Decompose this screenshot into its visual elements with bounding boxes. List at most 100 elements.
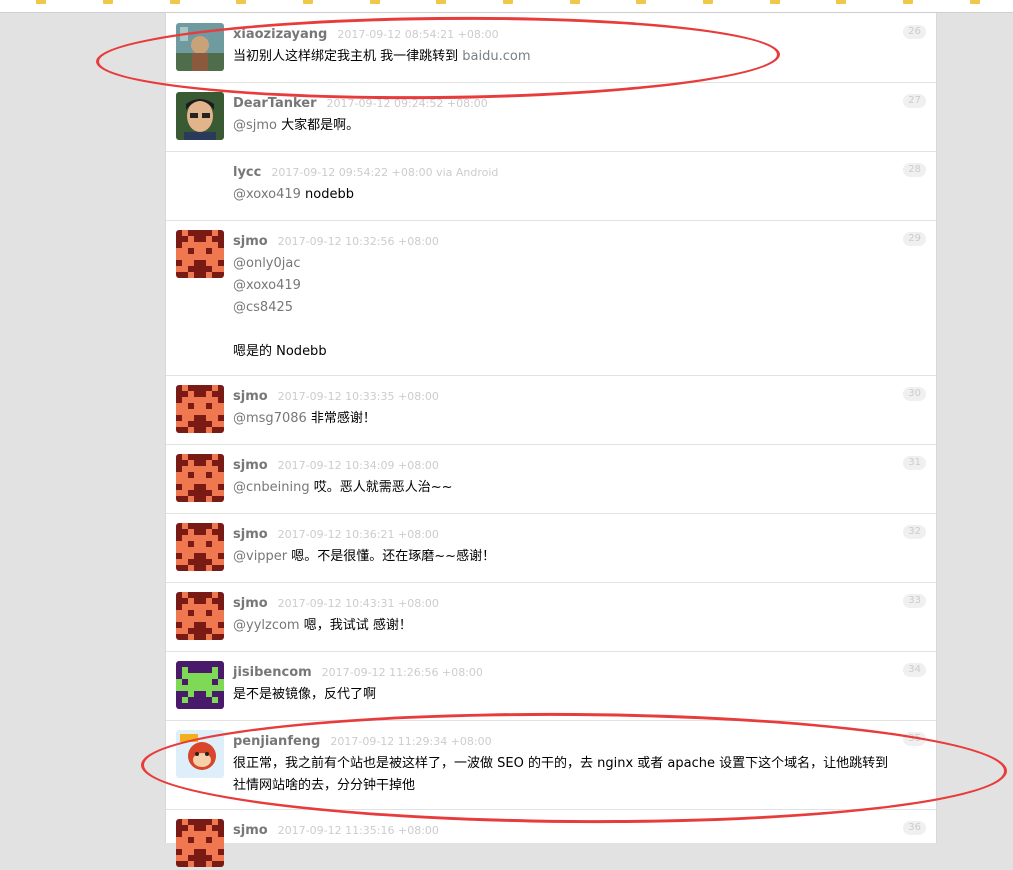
reply-meta: DearTanker 2017-09-12 09:24:52 +08:00 <box>233 95 488 112</box>
avatar[interactable] <box>176 92 224 140</box>
mention-link[interactable]: @sjmo <box>233 118 277 133</box>
reply-item: sjmo 2017-09-12 10:36:21 +08:00 32 @vipper … <box>166 513 936 583</box>
bookmark-folder-icon[interactable] <box>770 0 780 4</box>
avatar[interactable] <box>176 454 224 502</box>
reply-content: @msg7086 非常感谢！ <box>233 408 928 430</box>
username-link[interactable]: penjianfeng <box>233 734 320 749</box>
reply-content: @only0jac @xoxo419 @cs8425 嗯是的 Nodebb <box>233 253 928 363</box>
reply-line: @cs8425 <box>233 297 928 319</box>
bookmark-folder-icon[interactable] <box>703 0 713 4</box>
reply-line: @vipper 嗯。不是很懂。还在琢磨~~感谢！ <box>233 546 928 568</box>
username-link[interactable]: sjmo <box>233 234 268 249</box>
reply-content: 当初别人这样绑定我主机 我一律跳转到 baidu.com <box>233 46 928 68</box>
reply-meta: sjmo 2017-09-12 10:32:56 +08:00 <box>233 233 439 250</box>
bookmark-folder-icon[interactable] <box>903 0 913 4</box>
username-link[interactable]: lycc <box>233 165 261 180</box>
reply-line: 社情网站啥的去，分分钟干掉他 <box>233 775 928 797</box>
reply-text: 是不是被镜像，反代了啊 <box>233 687 377 702</box>
reply-item: DearTanker 2017-09-12 09:24:52 +08:00 27 @s… <box>166 82 936 152</box>
reply-content: @xoxo419 nodebb <box>233 184 928 206</box>
reply-line: 当初别人这样绑定我主机 我一律跳转到 baidu.com <box>233 46 928 68</box>
reply-meta: sjmo 2017-09-12 11:35:16 +08:00 <box>233 822 439 839</box>
bookmark-folder-icon[interactable] <box>836 0 846 4</box>
mention-link[interactable]: @yylzcom <box>233 618 300 633</box>
avatar[interactable] <box>176 661 224 709</box>
avatar[interactable] <box>176 23 224 71</box>
bookmark-folder-icon[interactable] <box>970 0 980 4</box>
username-link[interactable]: xiaozizayang <box>233 27 327 42</box>
username-link[interactable]: sjmo <box>233 389 268 404</box>
reply-content: @vipper 嗯。不是很懂。还在琢磨~~感谢！ <box>233 546 928 568</box>
bookmarks-bar <box>0 0 1013 13</box>
mention-link[interactable]: @only0jac <box>233 256 301 271</box>
bookmark-folder-icon[interactable] <box>236 0 246 4</box>
reply-timestamp: 2017-09-12 11:29:34 +08:00 <box>330 735 492 748</box>
reply-line: @xoxo419 nodebb <box>233 184 928 206</box>
reply-meta: lycc 2017-09-12 09:54:22 +08:00 via Andro… <box>233 164 498 181</box>
username-link[interactable]: jisibencom <box>233 665 312 680</box>
bookmark-folder-icon[interactable] <box>36 0 46 4</box>
bookmark-folder-icon[interactable] <box>170 0 180 4</box>
reply-content: @yylzcom 嗯，我试试 感谢！ <box>233 615 928 637</box>
reply-number-badge: 32 <box>903 525 926 539</box>
reply-text: 嗯是的 Nodebb <box>233 344 327 359</box>
reply-line: @cnbeining 哎。恶人就需恶人治~~ <box>233 477 928 499</box>
mention-link[interactable]: @cnbeining <box>233 480 310 495</box>
avatar[interactable] <box>176 730 224 778</box>
avatar[interactable] <box>176 592 224 640</box>
username-link[interactable]: sjmo <box>233 527 268 542</box>
reply-list: xiaozizayang 2017-09-12 08:54:21 +08:00 26… <box>165 13 937 870</box>
reply-line: 是不是被镜像，反代了啊 <box>233 684 928 706</box>
reply-number-badge: 31 <box>903 456 926 470</box>
username-link[interactable]: sjmo <box>233 823 268 838</box>
reply-timestamp: 2017-09-12 09:24:52 +08:00 <box>326 97 488 110</box>
bookmark-folder-icon[interactable] <box>503 0 513 4</box>
reply-meta: jisibencom 2017-09-12 11:26:56 +08:00 <box>233 664 483 681</box>
bookmark-folder-icon[interactable] <box>636 0 646 4</box>
bookmark-folder-icon[interactable] <box>103 0 113 4</box>
reply-number-badge: 28 <box>903 163 926 177</box>
avatar[interactable] <box>176 819 224 867</box>
reply-line <box>233 319 928 341</box>
reply-timestamp: 2017-09-12 10:32:56 +08:00 <box>277 235 439 248</box>
reply-meta: sjmo 2017-09-12 10:43:31 +08:00 <box>233 595 439 612</box>
username-link[interactable]: DearTanker <box>233 96 317 111</box>
bookmark-folder-icon[interactable] <box>370 0 380 4</box>
reply-item: penjianfeng 2017-09-12 11:29:34 +08:00 35 很… <box>166 720 936 810</box>
reply-timestamp: 2017-09-12 11:35:16 +08:00 <box>277 824 439 837</box>
username-link[interactable]: sjmo <box>233 596 268 611</box>
reply-text: 嗯，我试试 感谢！ <box>299 618 412 633</box>
reply-text: 非常感谢！ <box>306 411 376 426</box>
mention-link[interactable]: @xoxo419 <box>233 278 301 293</box>
avatar[interactable] <box>176 385 224 433</box>
reply-line: 嗯是的 Nodebb <box>233 341 928 363</box>
reply-item: lycc 2017-09-12 09:54:22 +08:00 via Andro… <box>166 151 936 221</box>
reply-timestamp: 2017-09-12 10:34:09 +08:00 <box>277 459 439 472</box>
reply-item: jisibencom 2017-09-12 11:26:56 +08:00 34 是不… <box>166 651 936 721</box>
bookmark-folder-icon[interactable] <box>436 0 446 4</box>
reply-line: @yylzcom 嗯，我试试 感谢！ <box>233 615 928 637</box>
reply-text: 很正常，我之前有个站也是被这样了，一波做 SEO 的干的，去 nginx 或者 … <box>233 756 889 771</box>
bookmark-folder-icon[interactable] <box>570 0 580 4</box>
reply-text: nodebb <box>300 187 355 202</box>
username-link[interactable]: sjmo <box>233 458 268 473</box>
reply-item: sjmo 2017-09-12 10:32:56 +08:00 29 @only0ja… <box>166 220 936 376</box>
reply-item: sjmo 2017-09-12 11:35:16 +08:00 36 <box>166 809 936 870</box>
reply-number-badge: 35 <box>903 732 926 746</box>
reply-number-badge: 34 <box>903 663 926 677</box>
mention-link[interactable]: @cs8425 <box>233 300 293 315</box>
bookmark-folder-icon[interactable] <box>303 0 313 4</box>
reply-item: sjmo 2017-09-12 10:33:35 +08:00 30 @msg7086… <box>166 375 936 445</box>
mention-link[interactable]: @xoxo419 <box>233 187 301 202</box>
avatar[interactable] <box>176 230 224 278</box>
reply-timestamp: 2017-09-12 10:36:21 +08:00 <box>277 528 439 541</box>
reply-content: 很正常，我之前有个站也是被这样了，一波做 SEO 的干的，去 nginx 或者 … <box>233 753 928 797</box>
reply-line: @only0jac <box>233 253 928 275</box>
reply-number-badge: 26 <box>903 25 926 39</box>
reply-meta: sjmo 2017-09-12 10:33:35 +08:00 <box>233 388 439 405</box>
mention-link[interactable]: @msg7086 <box>233 411 307 426</box>
content-link[interactable]: baidu.com <box>462 49 530 64</box>
mention-link[interactable]: @vipper <box>233 549 287 564</box>
reply-text: 嗯。不是很懂。还在琢磨~~感谢！ <box>287 549 496 564</box>
avatar[interactable] <box>176 523 224 571</box>
